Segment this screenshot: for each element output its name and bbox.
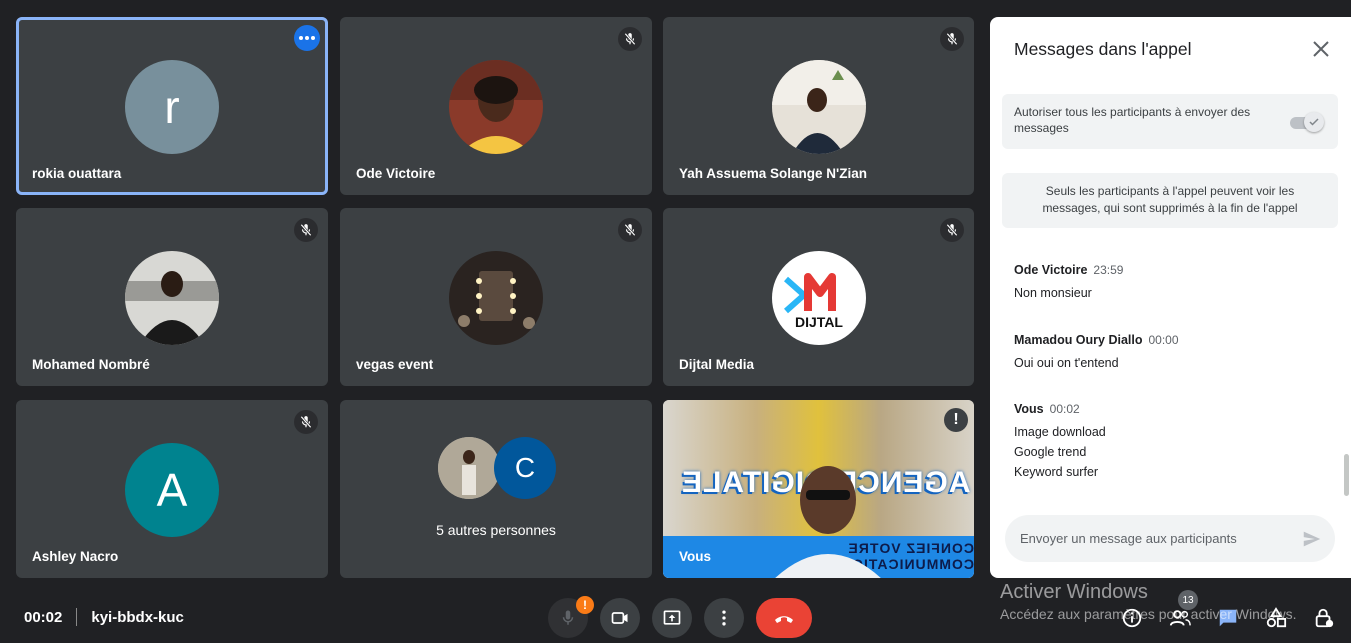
host-controls-button[interactable] [1310, 604, 1338, 632]
chat-panel: Messages dans l'appel Autoriser tous les… [990, 17, 1351, 578]
more-vert-icon [722, 610, 726, 626]
allow-messages-label: Autoriser tous les participants à envoye… [1014, 105, 1251, 135]
panel-title: Messages dans l'appel [1014, 39, 1192, 59]
avatar: C [494, 437, 556, 499]
chat-message: Ode Victoire 23:59 Non monsieur [1014, 261, 1314, 299]
logo-text: DIJTAL [795, 314, 843, 330]
self-video-tile[interactable]: AGENCE DIGITALE CONFIEZ VOTRE COMMUNICAT… [663, 400, 974, 578]
others-label: 5 autres personnes [436, 522, 556, 538]
participant-tile-dijtal[interactable]: DIJTAL Dijtal Media [663, 208, 974, 386]
message-input-container [1005, 515, 1335, 562]
chat-message: Vous 00:02 Image download Google trend Ke… [1014, 400, 1314, 478]
chat-scrollbar[interactable] [1344, 454, 1349, 496]
meeting-time: 00:02 [24, 608, 63, 626]
avatar [438, 437, 500, 499]
meeting-code: kyi-bbdx-kuc [91, 608, 184, 626]
self-person [775, 466, 881, 578]
mic-button[interactable]: ! [548, 596, 594, 638]
participant-name: vegas event [356, 357, 434, 372]
participant-name: Yah Assuema Solange N'Zian [679, 166, 868, 181]
meeting-info: 00:02 kyi-bbdx-kuc [24, 608, 184, 626]
mic-off-icon [618, 218, 642, 242]
present-screen-button[interactable] [652, 598, 692, 638]
message-text: Google trend [1014, 445, 1087, 459]
participant-tile-mohamed[interactable]: Mohamed Nombré [16, 208, 328, 386]
windows-activation-watermark: Activer Windows Accédez aux paramètres p… [1000, 581, 1297, 622]
camera-button[interactable] [600, 598, 640, 638]
send-icon[interactable] [1301, 528, 1323, 550]
message-sender: Ode Victoire [1014, 263, 1088, 277]
meet-window: r rokia ouattara Ode Victoire Yah Assuem… [0, 0, 1351, 643]
meeting-details-button[interactable] [1118, 604, 1146, 632]
participant-tile-rokia[interactable]: r rokia ouattara [16, 17, 328, 195]
hangup-icon [775, 616, 793, 623]
message-text: Image download [1014, 425, 1106, 439]
participants-button[interactable]: 13 [1166, 590, 1198, 632]
participant-name: Dijtal Media [679, 357, 755, 372]
participant-name: Vous [679, 549, 712, 564]
message-time: 00:00 [1148, 333, 1179, 347]
leave-call-button[interactable] [756, 598, 812, 638]
chat-button[interactable] [1214, 604, 1242, 632]
present-icon [663, 610, 681, 625]
participant-name: Ashley Nacro [32, 549, 119, 564]
mic-off-icon [618, 27, 642, 51]
participant-name: rokia ouattara [32, 166, 122, 181]
avatar [449, 60, 543, 154]
chat-message: Mamadou Oury Diallo 00:00 Oui oui on t'en… [1014, 331, 1314, 369]
participant-tile-yah[interactable]: Yah Assuema Solange N'Zian [663, 17, 974, 195]
mic-off-icon [940, 218, 964, 242]
chat-icon [1219, 609, 1237, 627]
dijtal-logo: DIJTAL [771, 251, 866, 345]
avatar [125, 251, 219, 345]
mic-off-icon [294, 218, 318, 242]
camera-icon [611, 612, 628, 624]
check-icon [1304, 112, 1324, 132]
avatar [449, 251, 543, 345]
message-input[interactable] [1020, 515, 1290, 562]
people-icon [1169, 610, 1191, 626]
avatar [771, 60, 866, 154]
mic-off-icon [940, 27, 964, 51]
participant-name: Mohamed Nombré [32, 357, 150, 372]
mic-warning-badge: ! [576, 596, 594, 614]
privacy-notice: Seuls les participants à l'appel peuvent… [1002, 173, 1338, 228]
more-options-icon[interactable] [294, 25, 320, 51]
close-icon[interactable] [1309, 37, 1333, 61]
message-time: 00:02 [1049, 402, 1080, 416]
mic-off-icon [294, 410, 318, 434]
more-options-button[interactable] [704, 598, 744, 638]
message-sender: Vous [1014, 402, 1044, 416]
lock-person-icon [1315, 608, 1334, 628]
allow-messages-toggle[interactable] [1288, 112, 1324, 132]
participant-tile-ashley[interactable]: A Ashley Nacro [16, 400, 328, 578]
message-text: Non monsieur [1014, 286, 1092, 300]
message-sender: Mamadou Oury Diallo [1014, 333, 1143, 347]
alert-icon: ! [944, 408, 968, 432]
participant-tile-vegas[interactable]: vegas event [340, 208, 652, 386]
allow-messages-setting: Autoriser tous les participants à envoye… [1002, 94, 1338, 149]
participant-name: Ode Victoire [356, 166, 436, 181]
message-text: Oui oui on t'entend [1014, 356, 1119, 370]
participants-count-badge: 13 [1178, 590, 1198, 610]
message-text: Keyword surfer [1014, 465, 1099, 479]
message-time: 23:59 [1093, 263, 1124, 277]
participant-tile-ode[interactable]: Ode Victoire [340, 17, 652, 195]
avatar: r [125, 60, 219, 154]
others-tile[interactable]: C 5 autres personnes [340, 400, 652, 578]
shapes-icon [1266, 607, 1287, 628]
avatar: A [125, 443, 219, 537]
info-icon [1122, 608, 1142, 628]
mic-icon [562, 610, 574, 625]
activities-button[interactable] [1262, 604, 1290, 632]
